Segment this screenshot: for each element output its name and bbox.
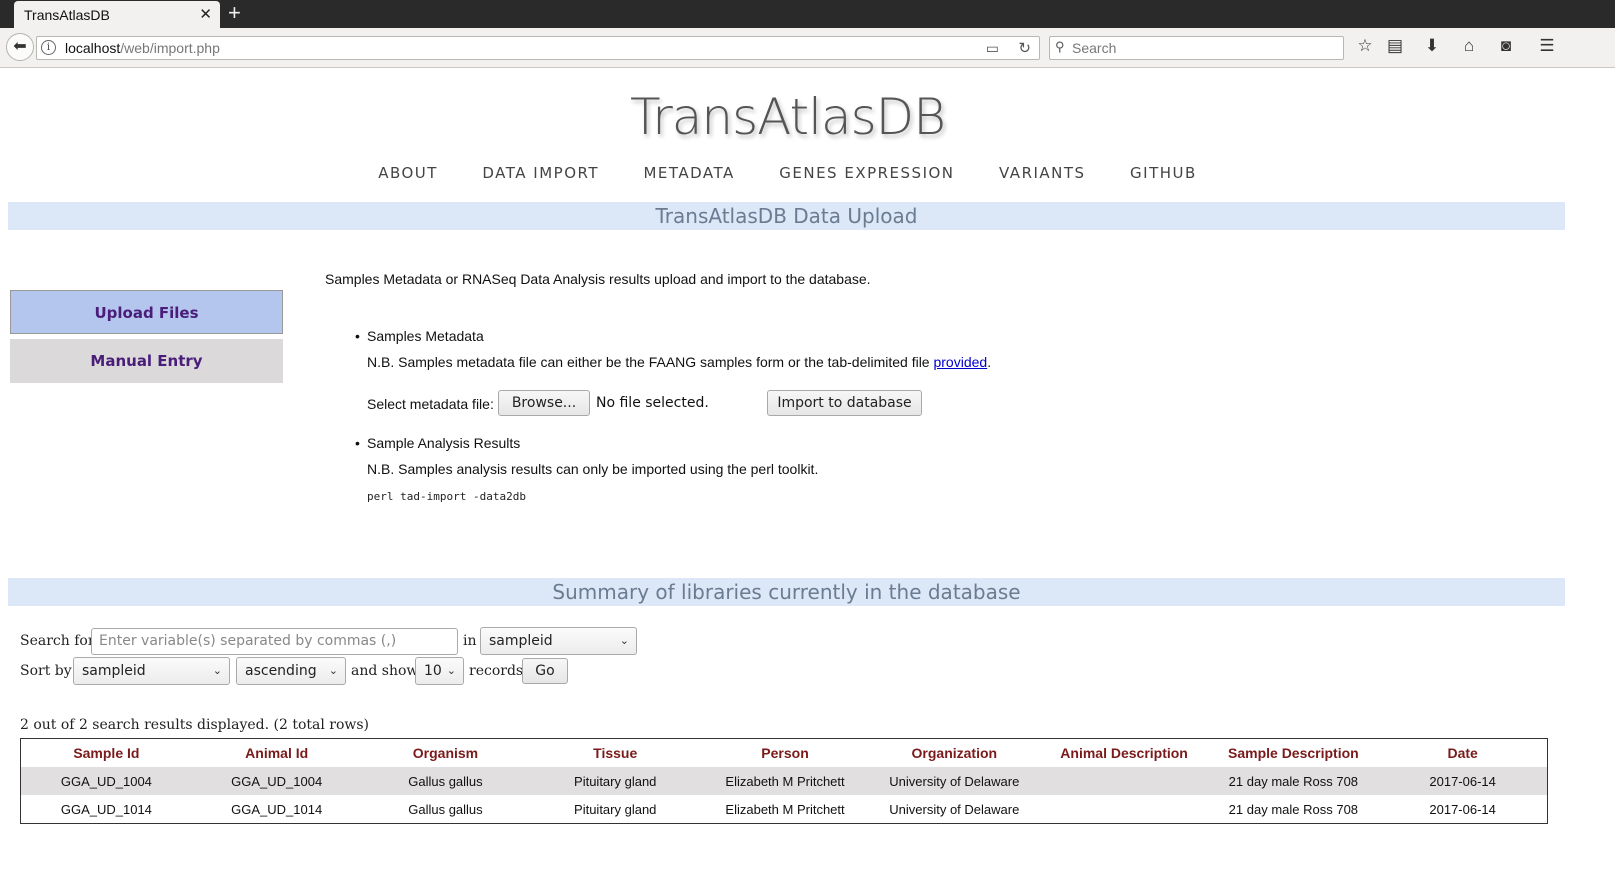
table-cell: 21 day male Ross 708 — [1228, 773, 1359, 789]
select-metadata-label: Select metadata file: — [367, 396, 494, 412]
menu-data-import[interactable]: DATA IMPORT — [482, 164, 599, 182]
command-snippet: perl tad-import -data2db — [367, 490, 526, 503]
reader-icon[interactable]: ▭ — [986, 40, 999, 57]
column-header: Animal Description — [1060, 745, 1188, 761]
table-cell: GGA_UD_1014 — [231, 801, 323, 817]
analysis-bullet: Sample Analysis Results — [355, 435, 520, 451]
sort-order-select[interactable]: ascending ⌄ — [236, 657, 346, 685]
browser-tab[interactable]: TransAtlasDB ✕ — [14, 1, 220, 28]
table-row: GGA_UD_1004 GGA_UD_1004 Gallus gallus Pi… — [21, 767, 1547, 795]
url-bar[interactable]: i localhost/web/import.php ▭ ↻ — [36, 36, 1040, 60]
column-header: Organization — [911, 745, 998, 761]
metadata-title: Samples Metadata — [367, 328, 484, 344]
browser-search-placeholder: Search — [1072, 40, 1117, 56]
menu-genes-expression[interactable]: GENES EXPRESSION — [779, 164, 954, 182]
result-count: 2 out of 2 search results displayed. (2 … — [20, 717, 370, 733]
menu-about[interactable]: ABOUT — [378, 164, 438, 182]
metadata-note-text: N.B. Samples metadata file can either be… — [367, 354, 934, 370]
navigation-toolbar: ⬅ i localhost/web/import.php ▭ ↻ ⚲ Searc… — [0, 28, 1615, 68]
library-icon[interactable]: ▤ — [1383, 36, 1407, 56]
analysis-note: N.B. Samples analysis results can only b… — [367, 461, 819, 477]
hamburger-menu-icon[interactable]: ☰ — [1535, 36, 1559, 56]
chevron-down-icon: ⌄ — [619, 634, 629, 647]
column-header: Date — [1447, 745, 1478, 761]
sidebar-manual-entry[interactable]: Manual Entry — [10, 339, 283, 383]
url-path: /web/import.php — [120, 40, 220, 56]
upload-heading: TransAtlasDB Data Upload — [8, 202, 1565, 230]
reload-icon[interactable]: ↻ — [1018, 39, 1031, 57]
summary-heading: Summary of libraries currently in the da… — [8, 578, 1565, 606]
upload-intro: Samples Metadata or RNASeq Data Analysis… — [325, 271, 871, 287]
metadata-note-end: . — [987, 354, 992, 370]
download-icon[interactable]: ⬇ — [1420, 36, 1444, 56]
table-cell: Elizabeth M Pritchett — [725, 773, 845, 789]
tab-title: TransAtlasDB — [24, 7, 110, 23]
records-count-select[interactable]: 10 ⌄ — [415, 657, 464, 685]
close-icon[interactable]: ✕ — [199, 5, 212, 23]
search-icon: ⚲ — [1055, 39, 1065, 54]
sort-order-value: ascending — [245, 663, 317, 679]
libraries-table: Sample Id Animal Id Organism Tissue Pers… — [20, 738, 1548, 824]
table-cell: GGA_UD_1004 — [60, 773, 152, 789]
pocket-icon[interactable]: ◙ — [1494, 36, 1518, 56]
table-cell: Pituitary gland — [574, 773, 657, 789]
in-label: in — [463, 633, 477, 649]
metadata-note: N.B. Samples metadata file can either be… — [367, 354, 991, 370]
table-cell: GGA_UD_1014 — [60, 801, 152, 817]
back-icon[interactable]: ⬅ — [6, 33, 34, 61]
sort-by-label: Sort by: — [20, 663, 77, 679]
search-field-select[interactable]: sampleid ⌄ — [480, 627, 637, 655]
bookmark-star-icon[interactable]: ☆ — [1353, 36, 1377, 56]
table-row: GGA_UD_1014 GGA_UD_1014 Gallus gallus Pi… — [21, 795, 1547, 823]
browser-search-bar[interactable]: ⚲ Search — [1049, 36, 1344, 60]
info-icon[interactable]: i — [41, 40, 56, 55]
table-cell: Gallus gallus — [408, 801, 483, 817]
sidebar-upload-files[interactable]: Upload Files — [10, 290, 283, 334]
url-text: localhost/web/import.php — [65, 40, 220, 56]
table-cell: University of Delaware — [889, 801, 1020, 817]
menu-metadata[interactable]: METADATA — [643, 164, 734, 182]
records-count-value: 10 — [424, 663, 442, 679]
url-host: localhost — [65, 40, 121, 56]
menu-variants[interactable]: VARIANTS — [999, 164, 1086, 182]
column-header: Animal Id — [245, 745, 309, 761]
column-header: Organism — [412, 745, 479, 761]
main-menu: ABOUT DATA IMPORT METADATA GENES EXPRESS… — [0, 164, 1575, 183]
chevron-down-icon: ⌄ — [212, 664, 222, 677]
table-cell: Gallus gallus — [408, 773, 483, 789]
column-header: Sample Id — [73, 745, 140, 761]
column-header: Sample Description — [1228, 745, 1359, 761]
table-cell: 2017-06-14 — [1429, 773, 1496, 789]
browse-button[interactable]: Browse... — [498, 390, 590, 416]
provided-link[interactable]: provided — [933, 354, 987, 370]
table-cell: GGA_UD_1004 — [231, 773, 323, 789]
home-icon[interactable]: ⌂ — [1457, 36, 1481, 56]
table-cell: Pituitary gland — [574, 801, 657, 817]
search-field-value: sampleid — [489, 633, 553, 649]
menu-github[interactable]: GITHUB — [1130, 164, 1197, 182]
table-cell: 21 day male Ross 708 — [1228, 801, 1359, 817]
search-for-label: Search for: — [20, 633, 100, 649]
records-label: records. — [469, 663, 528, 679]
site-title: TransAtlasDB — [630, 88, 946, 146]
new-tab-icon[interactable]: + — [228, 2, 241, 24]
go-button[interactable]: Go — [522, 658, 568, 684]
column-header: Tissue — [593, 745, 638, 761]
search-input[interactable]: Enter variable(s) separated by commas (,… — [91, 628, 458, 655]
analysis-title: Sample Analysis Results — [367, 435, 521, 451]
and-show-label: and show — [351, 663, 419, 679]
table-cell: University of Delaware — [889, 773, 1020, 789]
table-cell: Elizabeth M Pritchett — [725, 801, 845, 817]
sort-field-value: sampleid — [82, 663, 146, 679]
chevron-down-icon: ⌄ — [328, 664, 338, 677]
table-header-row: Sample Id Animal Id Organism Tissue Pers… — [21, 739, 1547, 767]
chevron-down-icon: ⌄ — [446, 664, 456, 677]
table-cell: 2017-06-14 — [1429, 801, 1496, 817]
sort-field-select[interactable]: sampleid ⌄ — [73, 657, 230, 685]
column-header: Person — [761, 745, 809, 761]
tab-bar: TransAtlasDB ✕ + — [0, 0, 1615, 28]
no-file-selected: No file selected. — [596, 395, 709, 411]
metadata-bullet: Samples Metadata — [355, 328, 484, 344]
import-to-database-button[interactable]: Import to database — [767, 390, 922, 416]
